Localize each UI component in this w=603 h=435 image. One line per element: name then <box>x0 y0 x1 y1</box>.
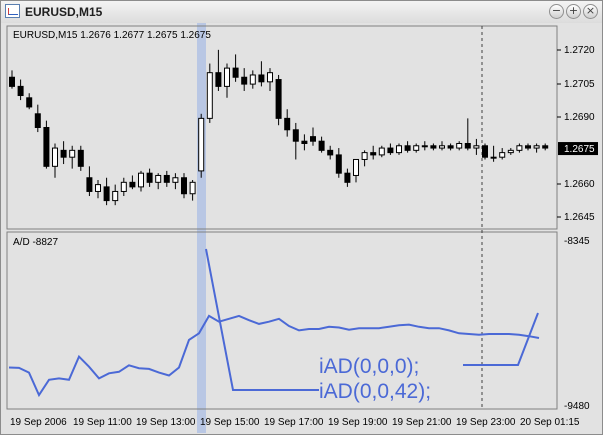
candle-body <box>69 149 76 158</box>
candle-body <box>516 145 523 151</box>
indicator-axis-top: -8345 <box>564 236 590 247</box>
time-label: 19 Sep 13:00 <box>136 417 196 428</box>
maximize-button[interactable]: + <box>566 4 581 19</box>
candle-body <box>301 140 308 144</box>
candle-body <box>86 177 93 192</box>
time-axis: 19 Sep 2006 19 Sep 11:00 19 Sep 13:00 19… <box>10 417 580 428</box>
candle-body <box>335 154 342 174</box>
highlight-band <box>197 23 206 433</box>
candle-body <box>155 174 162 183</box>
candle-body <box>181 177 187 195</box>
candle-body <box>172 177 179 183</box>
candle-body <box>507 149 514 154</box>
candle-body <box>43 127 50 167</box>
candle-body <box>258 74 265 83</box>
candle-body <box>129 181 136 188</box>
price-axis-label: 1.2645 <box>564 212 595 223</box>
chart-background <box>1 23 602 433</box>
time-label: 19 Sep 2006 <box>10 417 67 428</box>
candle-body <box>112 190 119 202</box>
minimize-button[interactable]: − <box>549 4 564 19</box>
candle-body <box>447 145 454 149</box>
candle-body <box>215 72 222 87</box>
annotation-shifted-bar: iAD(0,0,42); <box>319 380 431 403</box>
candle-body <box>421 145 428 148</box>
indicator-axis-bottom: -9480 <box>564 401 590 412</box>
candle-body <box>413 145 420 151</box>
candle-body <box>353 158 359 176</box>
price-header: EURUSD,M15 1.2676 1.2677 1.2675 1.2675 <box>13 30 211 41</box>
candle-body <box>52 147 58 167</box>
candle-body <box>120 181 127 192</box>
candle-body <box>275 79 282 119</box>
candle-body <box>490 156 497 159</box>
candle-body <box>206 72 213 119</box>
price-axis-label: 1.2705 <box>564 79 595 90</box>
candle-body <box>456 142 463 149</box>
candle-body <box>473 145 480 149</box>
candle-body <box>344 172 351 183</box>
window-title: EURUSD,M15 <box>25 5 103 19</box>
price-axis-label: 1.2720 <box>564 45 595 56</box>
candle-body <box>387 147 394 154</box>
chart-app-icon <box>5 4 20 18</box>
time-label: 19 Sep 23:00 <box>456 417 516 428</box>
current-price-label: 1.2675 <box>564 144 595 155</box>
candle-body <box>396 145 402 154</box>
candle-body <box>310 136 316 142</box>
candle-body <box>430 145 437 149</box>
candle-body <box>404 145 411 151</box>
candle-body <box>26 97 33 108</box>
candle-body <box>533 145 540 149</box>
candle-body <box>95 184 101 192</box>
candle-body <box>361 152 368 160</box>
candle-body <box>146 172 153 183</box>
candle-body <box>34 113 41 129</box>
candle-body <box>464 142 471 149</box>
candle-body <box>232 67 239 78</box>
candle-body <box>284 117 291 131</box>
close-button[interactable]: × <box>583 4 598 19</box>
candle-body <box>241 76 248 85</box>
candle-body <box>499 152 506 158</box>
title-bar[interactable]: EURUSD,M15 − + × <box>1 1 602 24</box>
candle-body <box>525 145 531 149</box>
candle-body <box>378 147 385 156</box>
candle-body <box>292 129 299 142</box>
price-axis-label: 1.2660 <box>564 179 595 190</box>
candle-body <box>439 145 445 149</box>
chart-area[interactable]: EURUSD,M15 1.2676 1.2677 1.2675 1.2675 A… <box>1 23 602 433</box>
candle-body <box>9 76 15 87</box>
candle-body <box>542 145 549 149</box>
candle-body <box>327 149 334 156</box>
candle-body <box>189 181 196 195</box>
candle-body <box>249 74 256 85</box>
candle-body <box>224 67 230 87</box>
candle-body <box>318 140 325 151</box>
chart-window: EURUSD,M15 − + × EURUSD,M15 1.2676 1.267… <box>0 0 603 435</box>
candle-body <box>17 85 24 97</box>
indicator-header: A/D -8827 <box>13 237 58 248</box>
candle-body <box>138 172 144 188</box>
candle-body <box>163 174 170 183</box>
time-label: 19 Sep 19:00 <box>328 417 388 428</box>
candle-body <box>103 186 110 202</box>
time-label: 19 Sep 11:00 <box>73 417 132 428</box>
candle-body <box>60 149 67 158</box>
price-axis-label: 1.2690 <box>564 112 595 123</box>
candle-body <box>198 117 205 172</box>
candle-body <box>267 72 273 83</box>
candle-body <box>370 152 377 156</box>
candle-body <box>482 145 488 158</box>
time-label: 19 Sep 21:00 <box>392 417 452 428</box>
time-label: 19 Sep 17:00 <box>264 417 324 428</box>
candle-body <box>77 149 84 167</box>
time-label: 20 Sep 01:15 <box>520 417 580 428</box>
annotation-current-bar: iAD(0,0,0); <box>319 355 419 378</box>
time-label: 19 Sep 15:00 <box>200 417 260 428</box>
